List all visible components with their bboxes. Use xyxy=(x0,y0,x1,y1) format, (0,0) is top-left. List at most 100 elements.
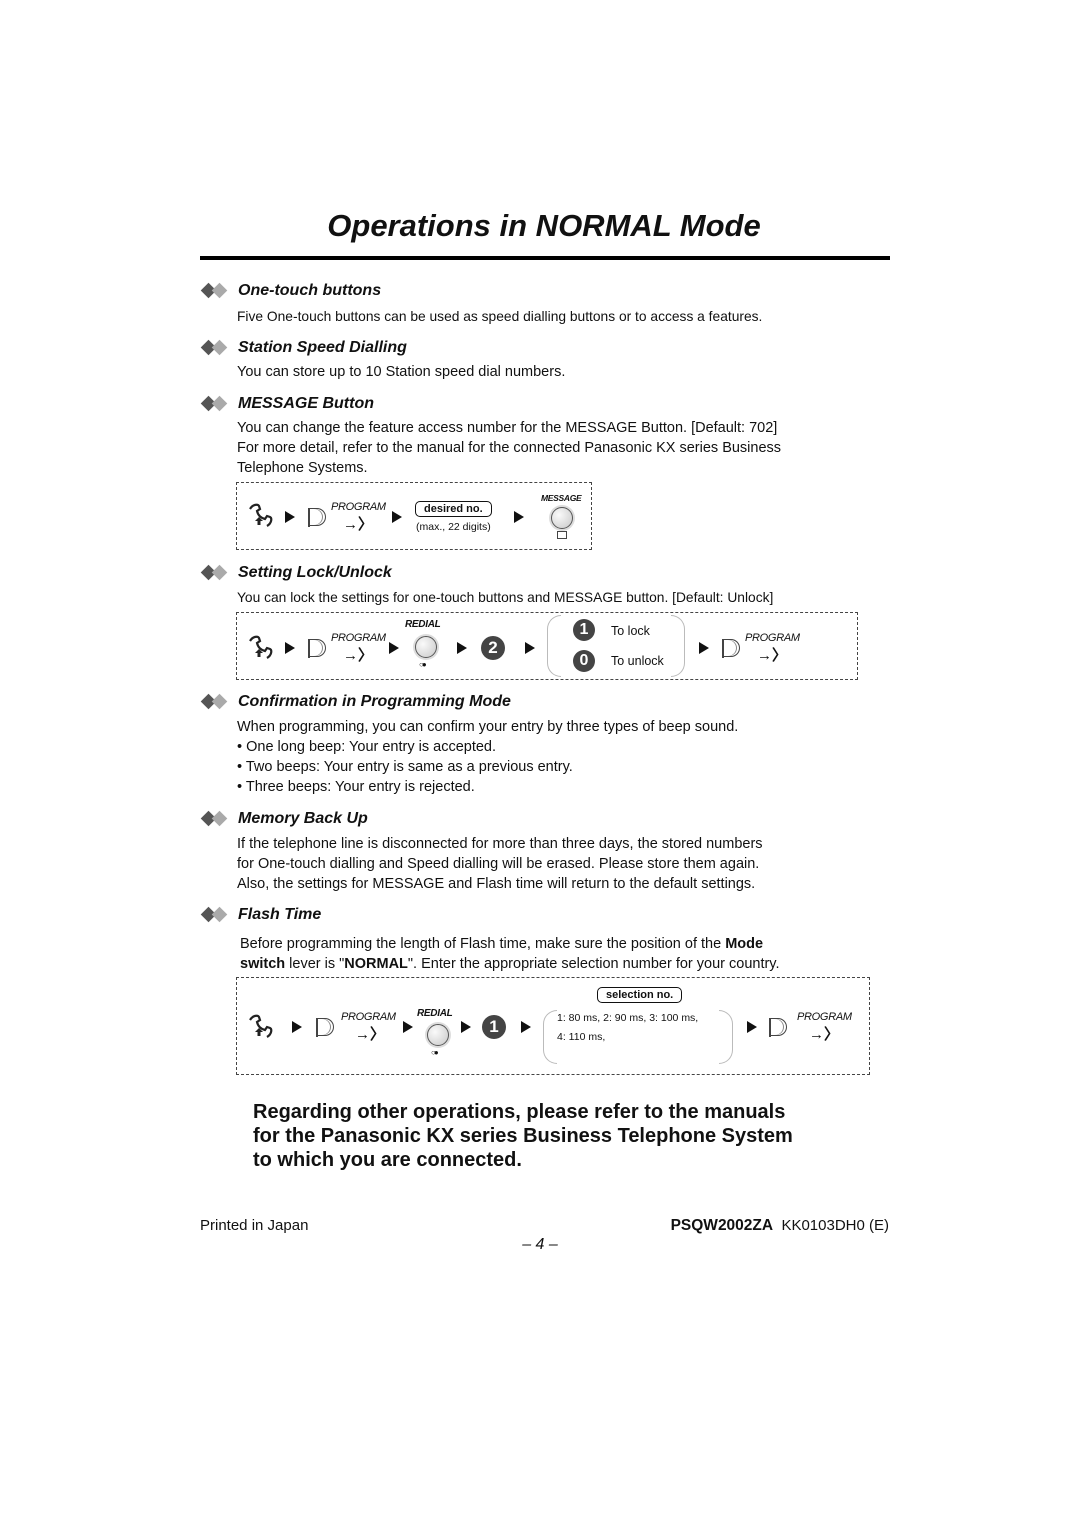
section-heading-station-speed-dialling: Station Speed Dialling xyxy=(200,338,407,358)
handset-off-hook-icon xyxy=(249,503,273,527)
envelope-icon xyxy=(557,531,567,539)
closing-line: for the Panasonic KX series Business Tel… xyxy=(253,1125,793,1147)
selection-number-input: selection no. xyxy=(597,987,683,1003)
desired-number-input: desired no. xyxy=(415,501,492,517)
program-button-icon xyxy=(308,638,326,658)
arrow-right-icon xyxy=(461,1021,471,1033)
section-body-line: If the telephone line is disconnected fo… xyxy=(237,836,763,852)
bullet-item: • Two beeps: Your entry is same as a pre… xyxy=(237,759,573,775)
document-code: PSQW2002ZA KK0103DH0 (E) xyxy=(671,1217,889,1235)
section-heading-memory-backup: Memory Back Up xyxy=(200,809,368,829)
enter-icon: →〉 xyxy=(809,1026,840,1043)
bracket-right xyxy=(719,1010,733,1064)
diamond-bullet-icon xyxy=(200,282,232,300)
closing-line: to which you are connected. xyxy=(253,1149,522,1171)
printed-in-label: Printed in Japan xyxy=(200,1217,309,1234)
section-body-line: You can change the feature access number… xyxy=(237,420,778,436)
arrow-right-icon xyxy=(525,642,535,654)
section-body: You can lock the settings for one-touch … xyxy=(237,590,774,605)
section-title: Confirmation in Programming Mode xyxy=(238,693,511,710)
indicator-dots-icon: ○● xyxy=(419,660,427,669)
diamond-bullet-icon xyxy=(200,810,232,828)
handset-off-hook-icon xyxy=(249,1014,273,1038)
input-hint: (max., 22 digits) xyxy=(416,521,491,533)
redial-button-icon xyxy=(427,1024,449,1046)
arrow-right-icon xyxy=(403,1021,413,1033)
bullet-item: • Three beeps: Your entry is rejected. xyxy=(237,779,475,795)
redial-button-icon xyxy=(415,636,437,658)
model-number: PSQW2002ZA xyxy=(670,1217,774,1234)
arrow-right-icon xyxy=(285,642,295,654)
flash-options-line-2: 4: 110 ms, xyxy=(557,1031,606,1043)
message-button-label: MESSAGE xyxy=(541,493,582,503)
program-button-icon xyxy=(308,507,326,527)
enter-icon: →〉 xyxy=(355,1026,386,1043)
option-lock-label: To lock xyxy=(611,624,650,638)
bracket-left xyxy=(543,1010,557,1064)
arrow-right-icon xyxy=(747,1021,757,1033)
flash-options-line-1: 1: 80 ms, 2: 90 ms, 3: 100 ms, xyxy=(557,1012,699,1024)
section-title: One-touch buttons xyxy=(238,282,382,299)
text-run: Before programming the length of Flash t… xyxy=(240,936,726,952)
section-body: Five One-touch buttons can be used as sp… xyxy=(237,309,763,324)
section-body-line: Also, the settings for MESSAGE and Flash… xyxy=(237,876,756,892)
bracket-right xyxy=(671,615,685,677)
program-label: PROGRAM xyxy=(331,632,386,644)
section-title: Setting Lock/Unlock xyxy=(238,564,392,581)
diamond-bullet-icon xyxy=(200,395,232,413)
redial-label: REDIAL xyxy=(405,619,441,630)
section-heading-confirmation: Confirmation in Programming Mode xyxy=(200,692,511,712)
text-run: lever is " xyxy=(285,956,345,972)
message-button-icon xyxy=(551,507,573,529)
digit-key-0: 0 xyxy=(573,650,595,672)
page-title: Operations in NORMAL Mode xyxy=(327,208,761,243)
arrow-right-icon xyxy=(285,511,295,523)
section-body-line: for One-touch dialling and Speed diallin… xyxy=(237,856,760,872)
section-title: MESSAGE Button xyxy=(238,395,374,412)
lock-unlock-flow: PROGRAM →〉 REDIAL ○● 2 1 To lock 0 To un… xyxy=(236,612,858,680)
section-body-line: When programming, you can confirm your e… xyxy=(237,719,739,735)
enter-icon: →〉 xyxy=(757,647,788,664)
closing-note: Regarding other operations, please refer… xyxy=(253,1100,893,1172)
program-label: PROGRAM xyxy=(745,632,800,644)
diamond-bullet-icon xyxy=(200,339,232,357)
digit-key-1: 1 xyxy=(573,619,595,641)
closing-line: Regarding other operations, please refer… xyxy=(253,1101,786,1123)
arrow-right-icon xyxy=(514,511,524,523)
section-body-line: Before programming the length of Flash t… xyxy=(240,934,763,954)
enter-icon: →〉 xyxy=(343,647,374,664)
digit-key-2: 2 xyxy=(481,636,505,660)
section-title: Station Speed Dialling xyxy=(238,339,407,356)
section-title: Memory Back Up xyxy=(238,810,368,827)
option-unlock-label: To unlock xyxy=(611,654,664,668)
diamond-bullet-icon xyxy=(200,693,232,711)
bullet-item: • One long beep: Your entry is accepted. xyxy=(237,739,497,755)
diamond-bullet-icon xyxy=(200,906,232,924)
redial-label: REDIAL xyxy=(417,1008,453,1019)
arrow-right-icon xyxy=(699,642,709,654)
enter-icon: →〉 xyxy=(343,516,374,533)
section-body: You can store up to 10 Station speed dia… xyxy=(237,364,566,380)
title-rule xyxy=(200,256,890,260)
section-body-line: switch lever is "NORMAL". Enter the appr… xyxy=(240,954,780,974)
section-heading-message-button: MESSAGE Button xyxy=(200,394,374,414)
program-button-icon xyxy=(769,1017,787,1037)
message-programming-flow: PROGRAM →〉 desired no. (max., 22 digits)… xyxy=(236,482,592,550)
section-body-line: For more detail, refer to the manual for… xyxy=(237,440,782,456)
program-label: PROGRAM xyxy=(797,1011,852,1023)
arrow-right-icon xyxy=(457,642,467,654)
page-number: – 4 – xyxy=(522,1236,558,1253)
arrow-right-icon xyxy=(292,1021,302,1033)
bold-run: Mode xyxy=(725,936,764,952)
bold-run: NORMAL xyxy=(344,956,408,972)
program-button-icon xyxy=(722,638,740,658)
diamond-bullet-icon xyxy=(200,564,232,582)
program-label: PROGRAM xyxy=(341,1011,396,1023)
program-label: PROGRAM xyxy=(331,501,386,513)
section-heading-flash-time: Flash Time xyxy=(200,905,321,925)
section-title: Flash Time xyxy=(238,906,322,923)
section-body-line: Telephone Systems. xyxy=(237,460,368,476)
flash-time-flow: PROGRAM →〉 REDIAL ○● 1 selection no. 1: … xyxy=(236,977,870,1075)
section-heading-lock-unlock: Setting Lock/Unlock xyxy=(200,563,392,583)
program-button-icon xyxy=(316,1017,334,1037)
